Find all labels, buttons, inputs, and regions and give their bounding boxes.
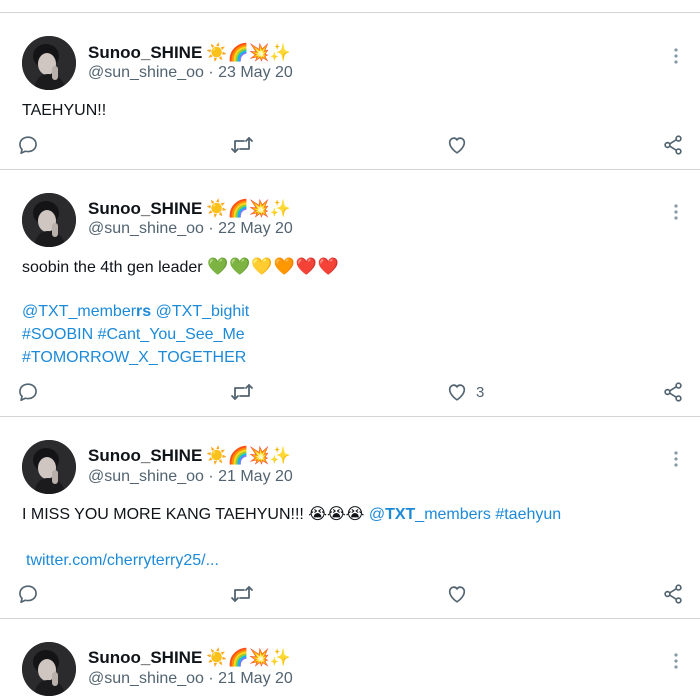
display-name[interactable]: Sunoo_SHINE ☀️🌈💥✨ xyxy=(88,445,291,467)
reply-button[interactable] xyxy=(17,580,39,608)
tweet-card[interactable]: Sunoo_SHINE ☀️🌈💥✨ @sun_shine_oo · 21 May … xyxy=(0,619,700,700)
display-name[interactable]: Sunoo_SHINE ☀️🌈💥✨ xyxy=(88,647,291,669)
tweet-feed: Sunoo_SHINE ☀️🌈💥✨ @sun_shine_oo · 23 May … xyxy=(0,0,700,700)
reply-button[interactable] xyxy=(17,378,39,406)
avatar[interactable] xyxy=(22,193,76,247)
heart-emojis: 💚💚💛🧡❤️❤️ xyxy=(207,257,341,276)
speech-bubble-icon xyxy=(17,381,39,403)
retweet-button[interactable] xyxy=(230,378,254,406)
mentions-line: @TXT_memberrs @TXT_bighit xyxy=(22,300,249,323)
vertical-ellipsis-icon[interactable] xyxy=(670,450,682,468)
tweet-text: TAEHYUN!! xyxy=(22,102,107,119)
tweet-text: soobin the 4th gen leader 💚💚💛🧡❤️❤️ xyxy=(22,257,341,276)
url-link[interactable]: twitter.com/cherryterry25/... xyxy=(26,552,219,569)
crying-emojis: 😭😭😭 xyxy=(308,506,365,523)
heart-outline-icon xyxy=(446,583,468,605)
vertical-ellipsis-icon[interactable] xyxy=(670,652,682,670)
reply-button[interactable] xyxy=(17,131,39,159)
like-button[interactable] xyxy=(446,131,476,159)
vertical-ellipsis-icon[interactable] xyxy=(670,203,682,221)
display-name[interactable]: Sunoo_SHINE ☀️🌈💥✨ xyxy=(88,42,291,64)
avatar[interactable] xyxy=(22,642,76,696)
handle-and-date[interactable]: @sun_shine_oo · 23 May 20 xyxy=(88,63,293,83)
tweet-card[interactable]: Sunoo_SHINE ☀️🌈💥✨ @sun_shine_oo · 23 May … xyxy=(0,13,700,169)
heart-outline-icon xyxy=(446,381,468,403)
heart-outline-icon xyxy=(446,134,468,156)
display-name[interactable]: Sunoo_SHINE ☀️🌈💥✨ xyxy=(88,198,291,220)
share-nodes-icon xyxy=(662,381,684,403)
retweet-button[interactable] xyxy=(230,580,254,608)
retweet-arrows-icon xyxy=(230,134,254,156)
url-line: twitter.com/cherryterry25/... xyxy=(26,549,219,572)
avatar[interactable] xyxy=(22,36,76,90)
mention-link[interactable]: @TXT_bighit xyxy=(156,303,250,320)
hashtags-line: #TOMORROW_X_TOGETHER xyxy=(22,346,246,369)
name-emojis: ☀️🌈💥✨ xyxy=(206,446,291,465)
mention-link[interactable]: @TXT_memberrs xyxy=(22,303,151,320)
name-emojis: ☀️🌈💥✨ xyxy=(206,648,291,667)
share-button[interactable] xyxy=(662,378,684,406)
name-emojis: ☀️🌈💥✨ xyxy=(206,199,291,218)
like-button[interactable]: 3 xyxy=(446,378,484,406)
mention-link[interactable]: @TXT_members xyxy=(369,506,491,523)
retweet-arrows-icon xyxy=(230,381,254,403)
share-button[interactable] xyxy=(662,580,684,608)
handle-and-date[interactable]: @sun_shine_oo · 21 May 20 xyxy=(88,467,293,487)
handle-and-date[interactable]: @sun_shine_oo · 21 May 20 xyxy=(88,669,293,689)
retweet-arrows-icon xyxy=(230,583,254,605)
action-bar: 3 xyxy=(0,378,700,406)
action-bar xyxy=(0,131,700,159)
like-button[interactable] xyxy=(446,580,476,608)
speech-bubble-icon xyxy=(17,583,39,605)
hashtag-link[interactable]: #SOOBIN xyxy=(22,326,93,343)
tweet-card[interactable]: Sunoo_SHINE ☀️🌈💥✨ @sun_shine_oo · 22 May … xyxy=(0,170,700,416)
share-button[interactable] xyxy=(662,131,684,159)
speech-bubble-icon xyxy=(17,134,39,156)
hashtag-link[interactable]: #taehyun xyxy=(495,506,561,523)
handle-and-date[interactable]: @sun_shine_oo · 22 May 20 xyxy=(88,219,293,239)
tweet-text: I MISS YOU MORE KANG TAEHYUN!!! 😭😭😭 @TXT… xyxy=(22,506,562,523)
tweet-card[interactable]: Sunoo_SHINE ☀️🌈💥✨ @sun_shine_oo · 21 May … xyxy=(0,417,700,618)
hashtag-link[interactable]: #Cant_You_See_Me xyxy=(98,326,245,343)
action-bar xyxy=(0,580,700,608)
like-count: 3 xyxy=(476,383,485,401)
retweet-button[interactable] xyxy=(230,131,254,159)
avatar[interactable] xyxy=(22,440,76,494)
name-emojis: ☀️🌈💥✨ xyxy=(206,43,291,62)
hashtag-link[interactable]: #TOMORROW_X_TOGETHER xyxy=(22,349,246,366)
share-nodes-icon xyxy=(662,134,684,156)
hashtags-line: #SOOBIN #Cant_You_See_Me xyxy=(22,323,245,346)
vertical-ellipsis-icon[interactable] xyxy=(670,47,682,65)
share-nodes-icon xyxy=(662,583,684,605)
